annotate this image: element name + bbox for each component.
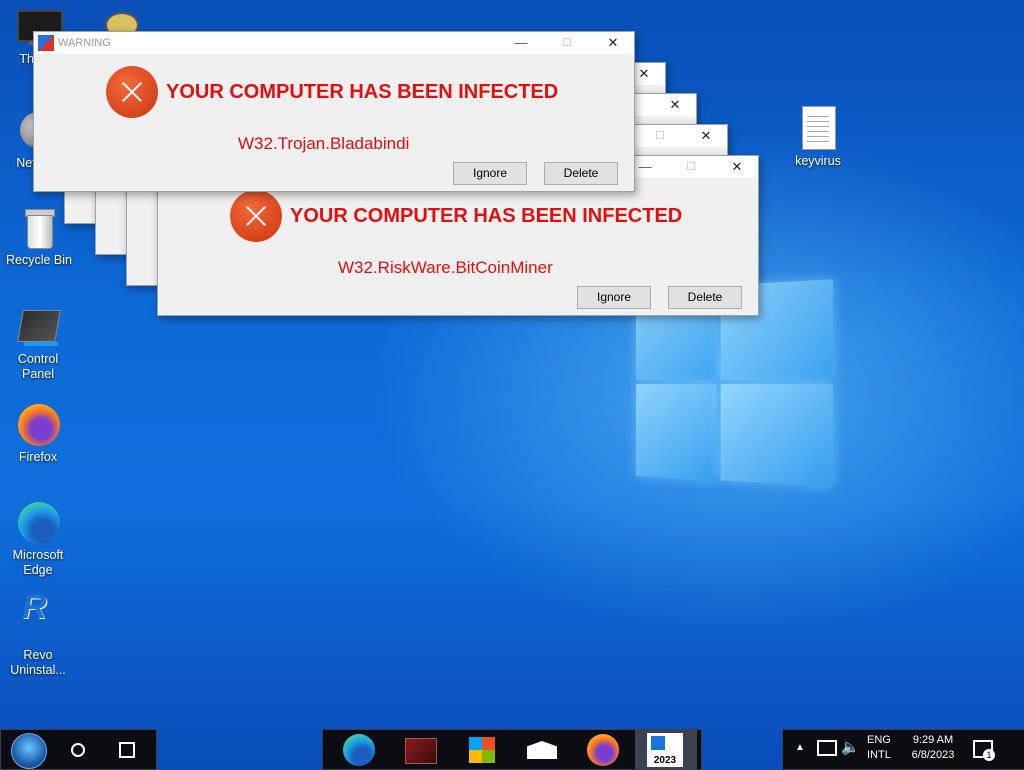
- recycle-bin-icon: [17, 205, 61, 249]
- start-button[interactable]: [1, 730, 55, 769]
- windows-start-icon: [11, 733, 47, 769]
- desktop-icon-label: Microsoft Edge: [12, 548, 64, 577]
- desktop-icon-control-panel[interactable]: Control Panel: [0, 304, 76, 382]
- taskbar-edge[interactable]: [331, 730, 385, 769]
- delete-button[interactable]: Delete: [668, 286, 742, 309]
- desktop-icon-label: Recycle Bin: [6, 253, 72, 267]
- close-icon[interactable]: ✕: [654, 94, 696, 116]
- search-icon: [71, 743, 85, 757]
- maximize-icon[interactable]: ☐: [639, 125, 681, 147]
- desktop-icon-label: keyvirus: [795, 154, 841, 168]
- task-view-icon: [119, 742, 135, 758]
- desktop-icon-keyvirus[interactable]: keyvirus: [780, 106, 856, 169]
- error-icon: [106, 66, 158, 118]
- control-panel-icon: [16, 304, 61, 348]
- notification-count-badge: 1: [983, 749, 995, 761]
- edge-icon: [16, 500, 60, 544]
- ignore-button[interactable]: Ignore: [577, 286, 651, 309]
- mail-icon: [527, 741, 557, 759]
- infected-headline: YOUR COMPUTER HAS BEEN INFECTED: [290, 205, 683, 227]
- taskbar-mail[interactable]: [515, 730, 569, 769]
- taskbar-store[interactable]: [455, 730, 509, 769]
- search-button[interactable]: [51, 730, 105, 769]
- store-icon: [469, 737, 495, 763]
- desktop-icon-microsoft-edge[interactable]: Microsoft Edge: [0, 500, 76, 578]
- minimize-icon[interactable]: —: [500, 32, 542, 54]
- close-icon[interactable]: ✕: [592, 32, 634, 54]
- window-title: WARNING: [58, 37, 111, 49]
- warning-dialog-trojan[interactable]: WARNING — ☐ ✕ YOUR COMPUTER HAS BEEN INF…: [33, 31, 635, 192]
- taskbar-2023-app[interactable]: 2023: [635, 730, 697, 769]
- firefox-icon: [587, 734, 619, 766]
- speaker-muted-icon[interactable]: 🔈: [841, 738, 860, 756]
- edge-icon: [343, 734, 375, 766]
- taskbar-left: [0, 729, 157, 770]
- close-icon[interactable]: ✕: [716, 156, 758, 178]
- desktop-icon-revo-uninstaller[interactable]: R Revo Uninstal...: [0, 588, 76, 678]
- app-icon: [38, 35, 54, 51]
- taskbar-winrar[interactable]: [393, 730, 447, 769]
- ignore-button[interactable]: Ignore: [453, 162, 527, 185]
- desktop-icon-label: Firefox: [18, 450, 58, 464]
- maximize-icon[interactable]: ☐: [670, 156, 712, 178]
- clock-date: 6/8/2023: [911, 749, 955, 761]
- desktop-icon-label: Revo Uninstal...: [10, 648, 66, 677]
- app-2023-label: 2023: [653, 755, 677, 766]
- firefox-icon: [16, 402, 60, 446]
- desktop-icon-label: Control Panel: [17, 352, 59, 381]
- language-label: ENG: [867, 734, 891, 746]
- show-hidden-icons-chevron-up-icon[interactable]: ▲: [795, 742, 805, 753]
- input-language-indicator[interactable]: ENG INTL: [867, 734, 891, 761]
- revo-uninstaller-icon: R: [22, 588, 47, 626]
- clock[interactable]: 9:29 AM 6/8/2023: [905, 734, 961, 761]
- network-tray-icon[interactable]: [817, 740, 837, 756]
- virus-name: W32.RiskWare.BitCoinMiner: [338, 258, 553, 277]
- keyboard-layout-label: INTL: [867, 749, 891, 761]
- error-icon: [230, 190, 282, 242]
- taskbar-apps: 2023: [322, 729, 702, 770]
- clock-time: 9:29 AM: [912, 734, 954, 746]
- delete-button[interactable]: Delete: [544, 162, 618, 185]
- task-view-button[interactable]: [99, 730, 153, 769]
- maximize-icon[interactable]: ☐: [546, 32, 588, 54]
- infected-headline: YOUR COMPUTER HAS BEEN INFECTED: [166, 81, 559, 103]
- virus-name: W32.Trojan.Bladabindi: [238, 134, 410, 153]
- app-2023-icon: 2023: [647, 733, 683, 767]
- text-file-icon: [796, 106, 840, 150]
- action-center-icon[interactable]: 1: [973, 740, 995, 761]
- winrar-icon: [405, 738, 437, 764]
- desktop-icon-firefox[interactable]: Firefox: [0, 402, 76, 465]
- system-tray: ▲ 🔈 ENG INTL 9:29 AM 6/8/2023 1: [782, 729, 1024, 770]
- close-icon[interactable]: ✕: [685, 125, 727, 147]
- taskbar-firefox[interactable]: [575, 730, 629, 769]
